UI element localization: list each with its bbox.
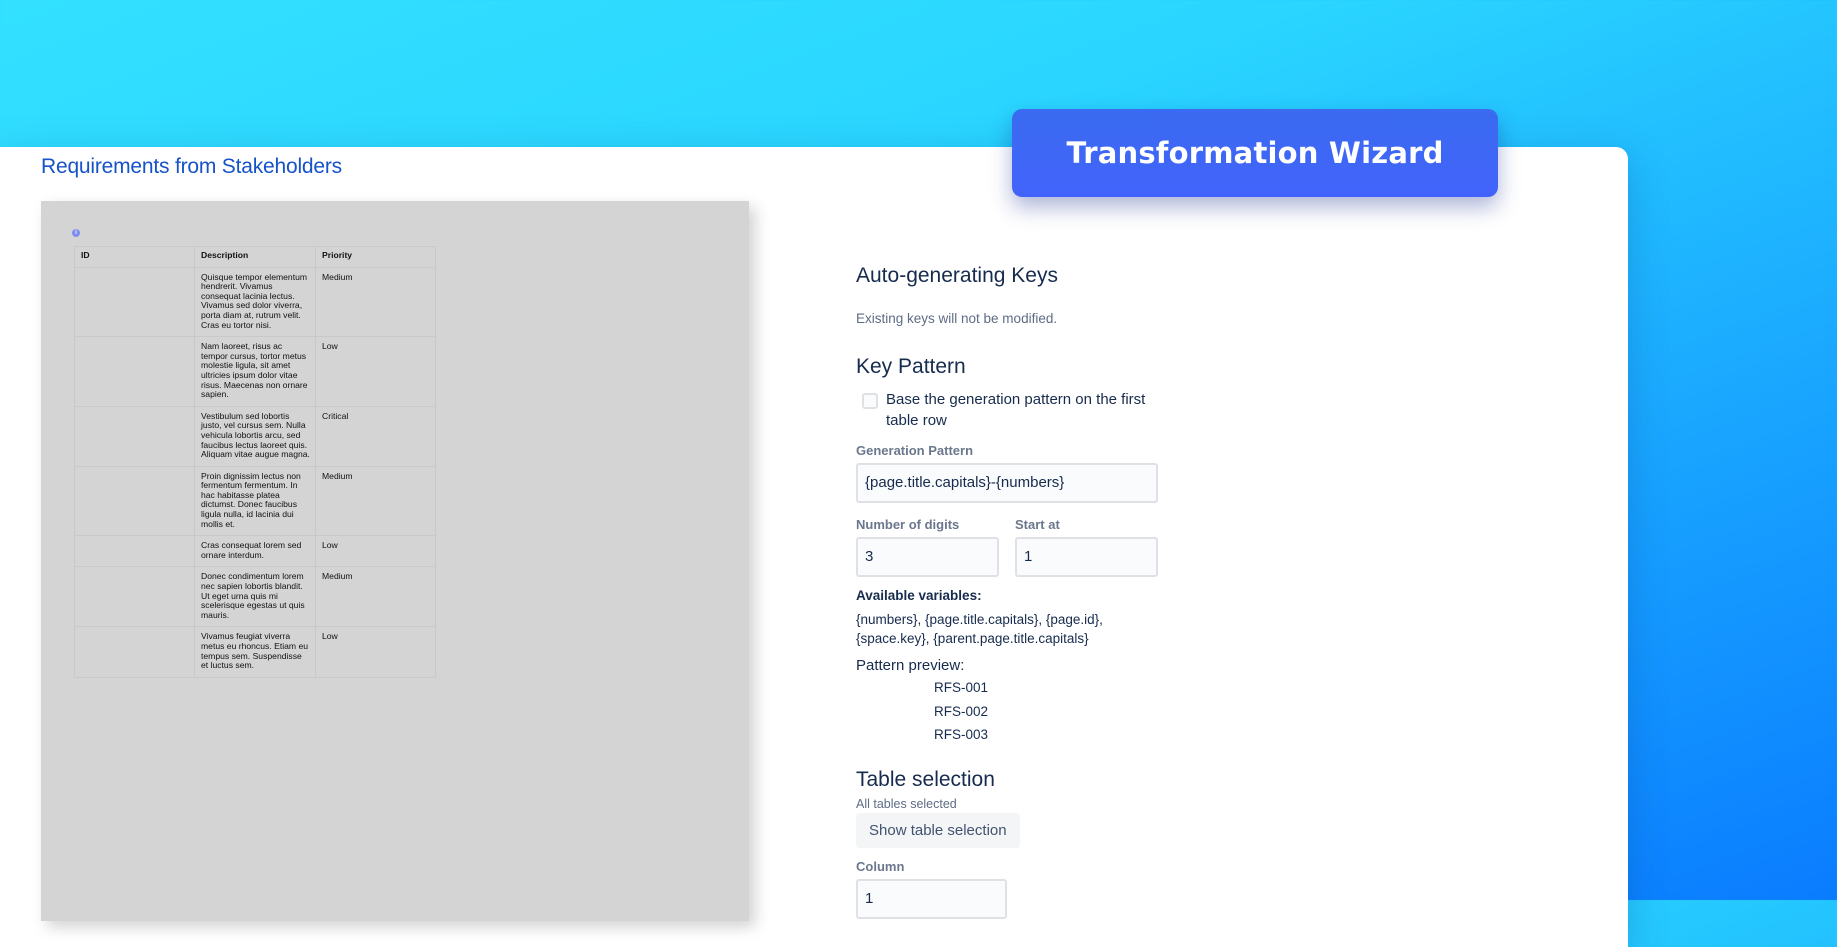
base-pattern-checkbox-label[interactable]: Base the generation pattern on the first… <box>886 389 1176 431</box>
cell-priority: Medium <box>315 566 436 628</box>
column-header-description: Description <box>194 246 316 268</box>
cell-description: Donec condimentum lorem nec sapien lobor… <box>194 566 316 628</box>
cell-id <box>74 266 195 338</box>
wizard-banner: Transformation Wizard <box>1012 109 1498 197</box>
available-variables-title: Available variables: <box>856 588 982 603</box>
requirements-table: ID Description Priority Quisque tempor e… <box>74 246 436 678</box>
pattern-preview-item: RFS-001 <box>933 680 989 695</box>
wizard-title: Transformation Wizard <box>1066 136 1444 170</box>
column-input[interactable]: 1 <box>856 879 1007 919</box>
available-variables-text: {numbers}, {page.title.capitals}, {page.… <box>856 612 1103 646</box>
cell-id <box>74 566 195 628</box>
cell-description: Cras consequat lorem sed ornare interdum… <box>194 535 316 568</box>
table-row: Nam laoreet, risus ac tempor cursus, tor… <box>74 336 436 407</box>
cell-description: Vivamus feugiat viverra metus eu rhoncus… <box>194 626 316 678</box>
pattern-preview-list: RFS-001 RFS-002 RFS-003 <box>906 676 1016 747</box>
cell-description: Proin dignissim lectus non fermentum fer… <box>194 465 316 537</box>
cell-id <box>74 535 195 568</box>
column-label: Column <box>856 859 905 874</box>
document-preview: i ID Description Priority Quisque tempor… <box>41 201 749 921</box>
cell-id <box>74 626 195 678</box>
cell-description: Vestibulum sed lobortis justo, vel cursu… <box>194 405 316 467</box>
table-selection-title: Table selection <box>856 768 995 791</box>
table-row: Vestibulum sed lobortis justo, vel cursu… <box>74 405 436 467</box>
table-row: Quisque tempor elementum hendrerit. Viva… <box>74 266 436 338</box>
digits-input[interactable]: 3 <box>856 537 999 577</box>
table-row: Proin dignissim lectus non fermentum fer… <box>74 465 436 537</box>
key-pattern-title: Key Pattern <box>856 355 966 378</box>
cell-priority: Critical <box>315 405 436 467</box>
pattern-preview-item: RFS-003 <box>933 727 989 742</box>
pattern-preview-title: Pattern preview: <box>856 657 965 674</box>
digits-label: Number of digits <box>856 517 960 532</box>
info-icon[interactable]: i <box>72 229 80 237</box>
cell-priority: Low <box>315 626 436 678</box>
column-header-priority: Priority <box>315 246 436 268</box>
auto-generating-title: Auto-generating Keys <box>856 264 1058 287</box>
generation-pattern-label: Generation Pattern <box>856 443 974 458</box>
cell-id <box>74 336 195 407</box>
cell-priority: Low <box>315 336 436 407</box>
start-at-input[interactable]: 1 <box>1015 537 1158 577</box>
page-title: Requirements from Stakeholders <box>41 155 342 178</box>
pattern-preview-item: RFS-002 <box>933 703 989 719</box>
generation-pattern-input[interactable]: {page.title.capitals}-{numbers} <box>856 463 1158 503</box>
cell-priority: Medium <box>315 266 436 338</box>
cell-priority: Medium <box>315 465 436 537</box>
auto-generating-note: Existing keys will not be modified. <box>856 311 1058 326</box>
table-row: Cras consequat lorem sed ornare interdum… <box>74 535 436 568</box>
base-pattern-checkbox[interactable] <box>862 393 878 409</box>
cell-description: Quisque tempor elementum hendrerit. Viva… <box>194 266 316 338</box>
table-row: Vivamus feugiat viverra metus eu rhoncus… <box>74 626 436 678</box>
cell-id <box>74 465 195 537</box>
table-selection-note: All tables selected <box>856 797 957 811</box>
table-header-row: ID Description Priority <box>74 246 436 268</box>
cell-priority: Low <box>315 535 436 568</box>
start-at-label: Start at <box>1015 517 1060 532</box>
show-table-selection-button[interactable]: Show table selection <box>856 813 1020 848</box>
column-header-id: ID <box>74 246 195 268</box>
table-row: Donec condimentum lorem nec sapien lobor… <box>74 566 436 628</box>
cell-description: Nam laoreet, risus ac tempor cursus, tor… <box>194 336 316 407</box>
cell-id <box>74 405 195 467</box>
